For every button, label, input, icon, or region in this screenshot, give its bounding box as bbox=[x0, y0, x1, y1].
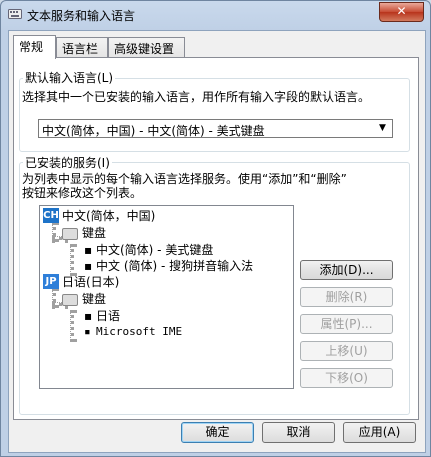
properties-button[interactable]: 属性(P)... bbox=[300, 314, 393, 334]
ok-button[interactable]: 确定 bbox=[181, 422, 254, 443]
cancel-button[interactable]: 取消 bbox=[262, 422, 335, 443]
default-language-group-label: 默认输入语言(L) bbox=[23, 69, 116, 86]
tree-node-chinese[interactable]: CH 中文(简体，中国) bbox=[43, 208, 155, 224]
tree-node-japanese-keyboard-label: 键盘 bbox=[82, 292, 107, 306]
ch-language-icon: CH bbox=[43, 208, 59, 223]
window-title: 文本服务和输入语言 bbox=[27, 9, 136, 23]
tree-node-japanese-keyboard[interactable]: 键盘 bbox=[62, 291, 106, 307]
tree-node-chinese-keyboard-label: 键盘 bbox=[82, 226, 107, 240]
move-up-button[interactable]: 上移(U) bbox=[300, 341, 393, 361]
tree-node-chinese-label: 中文(简体，中国) bbox=[62, 209, 156, 223]
installed-services-description-line2: 按钮来修改这个列表。 bbox=[22, 186, 143, 200]
remove-button[interactable]: 删除(R) bbox=[300, 287, 393, 307]
installed-services-group-label: 已安装的服务(I) bbox=[23, 154, 112, 171]
tree-connector bbox=[70, 244, 74, 276]
default-language-select[interactable]: 中文(简体，中国) - 中文(简体) - 美式键盘 ▼ bbox=[38, 119, 393, 138]
apply-button[interactable]: 应用(A) bbox=[343, 422, 416, 443]
tree-node-chinese-keyboard[interactable]: 键盘 bbox=[62, 225, 106, 241]
tree-item-label: 日语 bbox=[96, 309, 121, 323]
tree-item-label: 中文 (简体) - 搜狗拼音输入法 bbox=[96, 259, 254, 273]
jp-language-icon: JP bbox=[43, 274, 59, 289]
keyboard-icon bbox=[62, 227, 78, 240]
installed-services-tree[interactable]: CH 中文(简体，中国) 键盘 ▪ 中文(简体) - 美式键盘 ▪ 中文 (简体) -… bbox=[39, 205, 294, 389]
tree-item-microsoft-ime[interactable]: ▪ Microsoft IME bbox=[84, 324, 182, 340]
default-language-selected-value: 中文(简体，中国) - 中文(简体) - 美式键盘 bbox=[42, 124, 265, 138]
move-down-button[interactable]: 下移(O) bbox=[300, 368, 393, 388]
keyboard-app-icon bbox=[8, 7, 22, 21]
add-button[interactable]: 添加(D)... bbox=[300, 260, 393, 280]
tree-item-chinese-us-keyboard[interactable]: ▪ 中文(简体) - 美式键盘 bbox=[84, 242, 213, 258]
tab-advanced-key-settings[interactable]: 高级键设置 bbox=[108, 37, 185, 57]
tree-connector bbox=[70, 310, 74, 342]
tab-language-bar[interactable]: 语言栏 bbox=[56, 37, 108, 57]
tab-general[interactable]: 常规 bbox=[13, 35, 56, 59]
close-button[interactable]: ✕ bbox=[379, 2, 424, 22]
tree-node-japanese[interactable]: JP 日语(日本) bbox=[43, 274, 119, 290]
chevron-down-icon[interactable]: ▼ bbox=[375, 121, 390, 136]
title-bar[interactable]: 文本服务和输入语言 ✕ bbox=[1, 1, 430, 29]
keyboard-icon bbox=[62, 293, 78, 306]
tree-item-japanese[interactable]: ▪ 日语 bbox=[84, 308, 120, 324]
tree-item-label: Microsoft IME bbox=[96, 325, 183, 338]
tree-item-chinese-sogou[interactable]: ▪ 中文 (简体) - 搜狗拼音输入法 bbox=[84, 258, 253, 274]
tree-node-japanese-label: 日语(日本) bbox=[62, 275, 120, 289]
tree-item-label: 中文(简体) - 美式键盘 bbox=[96, 243, 214, 257]
default-language-description: 选择其中一个已安装的输入语言，用作所有输入字段的默认语言。 bbox=[22, 90, 371, 104]
